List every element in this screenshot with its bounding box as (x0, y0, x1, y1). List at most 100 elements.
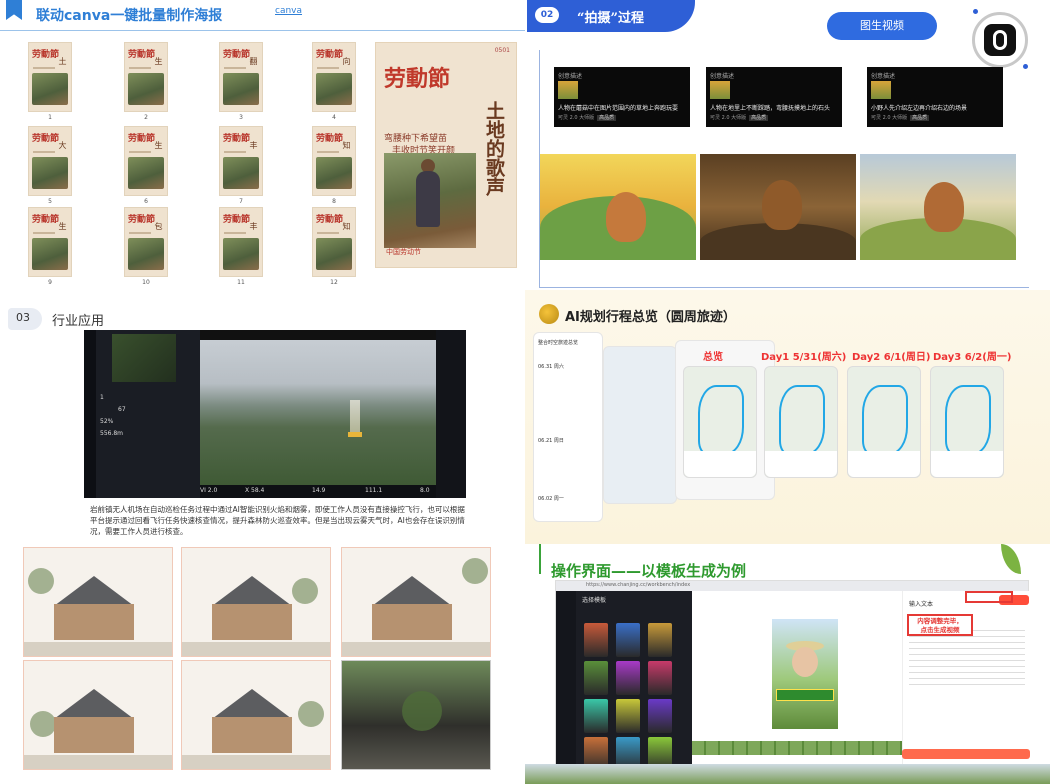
poster-photo (32, 73, 68, 105)
template-thumbnail[interactable] (584, 661, 608, 695)
accent-line (539, 544, 541, 574)
map-overview[interactable] (683, 366, 757, 478)
list-header: 整合时空旅迹总览 (538, 340, 579, 346)
poster-number: 8 (332, 198, 336, 205)
itinerary-list[interactable]: 整合时空旅迹总览 06.31 周六 06.21 周日 06.02 周一 (533, 332, 603, 522)
courtyard-photo[interactable] (341, 660, 491, 770)
template-thumbnail[interactable] (616, 623, 640, 657)
poster-vertical-text: 翻 (249, 57, 258, 65)
timeline[interactable] (692, 741, 902, 755)
poster-thumbnail[interactable]: 劳動節知 (312, 207, 356, 277)
template-thumbnail[interactable] (616, 661, 640, 695)
poster-vertical-text: 土地的歌声 (483, 101, 505, 196)
poster-thumbnail[interactable]: 劳動節包 (124, 207, 168, 277)
poster-vertical-text: 丰 (249, 141, 258, 149)
architecture-render[interactable] (181, 547, 331, 657)
card-description: 小野人先介绍左边再介绍右边的场景 (871, 105, 968, 112)
poster-photo (223, 238, 259, 270)
poster-thumbnail[interactable]: 劳動節知 (312, 126, 356, 196)
camera-feed (200, 340, 436, 485)
map-day1[interactable] (764, 366, 838, 478)
app-sidebar (556, 591, 576, 775)
stat-value: 1 (100, 394, 104, 401)
template-thumbnail[interactable] (584, 699, 608, 733)
card-thumbnail (558, 81, 578, 99)
poster-thumbnail[interactable]: 劳動節生 (28, 207, 72, 277)
map-day3[interactable] (930, 366, 1004, 478)
canva-link[interactable]: canva (275, 6, 302, 16)
architecture-render[interactable] (23, 547, 173, 657)
template-thumbnail[interactable] (616, 699, 640, 733)
scene-image[interactable] (860, 154, 1016, 260)
prompt-card[interactable]: 创意描述 人物在蘑菇中在图片范围内的草地上奔跑玩耍 可灵 2.0 大师版 高品质 (554, 67, 690, 127)
industry-application-panel: 03 行业应用 1 67 52% 556.8m VI 2.0 X 58.4 14… (0, 290, 525, 544)
drone-video-player[interactable]: 1 67 52% 556.8m VI 2.0 X 58.4 14.9 111.1… (84, 330, 466, 498)
day-label: Day2 6/1(周日) (852, 352, 931, 363)
card-description: 人物在蘑菇中在图片范围内的草地上奔跑玩耍 (558, 105, 679, 112)
flight-panel (96, 330, 200, 498)
address-bar[interactable]: https://www.chanjing.cc/workbench/index (556, 581, 1028, 591)
prompt-card[interactable]: 创意描述 小野人先介绍左边再介绍右边的场景 可灵 2.0 大师版 高品质 (867, 67, 1003, 127)
poster-number: 3 (239, 114, 243, 121)
right-controls (436, 330, 466, 498)
list-item: 06.31 周六 (538, 364, 564, 370)
scene-image[interactable] (540, 154, 696, 260)
poster-thumbnail[interactable]: 劳動節生 (124, 42, 168, 112)
poster-thumbnail[interactable]: 劳動節土 (28, 42, 72, 112)
poster-thumbnail[interactable]: 劳動節翻 (219, 42, 263, 112)
list-item: 06.02 周一 (538, 496, 564, 502)
poster-title: 劳動節 (223, 134, 251, 144)
day-label: Day1 5/31(周六) (761, 352, 847, 363)
poster-photo (316, 238, 352, 270)
template-thumbnail[interactable] (584, 623, 608, 657)
highlight-box (965, 591, 1013, 603)
panel-title: 选择模板 (582, 597, 607, 604)
list-item: 06.21 周日 (538, 438, 564, 444)
map-phone[interactable] (603, 346, 677, 504)
map-day2[interactable] (847, 366, 921, 478)
poster-vertical-text: 生 (58, 222, 67, 230)
poster-thumbnail[interactable]: 劳動節大 (28, 126, 72, 196)
card-description: 人物在地里上不断踩踏，弯腰抚摸地上的石头 (710, 105, 831, 112)
poster-seal: 中国劳动节 (386, 248, 421, 256)
operation-ui-panel: 操作界面——以模板生成为例 https://www.chanjing.cc/wo… (525, 544, 1050, 784)
poster-vertical-text: 生 (154, 141, 163, 149)
featured-poster[interactable]: 0501 劳動節 土地的歌声 弯腰种下希望苗 丰收时节笑开颜 中国劳动节 (375, 42, 517, 268)
app-screenshot: https://www.chanjing.cc/workbench/index … (555, 580, 1030, 775)
section-title: 行业应用 (52, 314, 105, 329)
poster-title: 劳動節 (32, 50, 60, 60)
poster-thumbnail[interactable]: 劳動節丰 (219, 207, 263, 277)
day-label: Day3 6/2(周一) (933, 352, 1012, 363)
poster-thumbnail[interactable]: 劳動節向 (312, 42, 356, 112)
poster-title: 劳動節 (384, 66, 451, 92)
stat-value: 556.8m (100, 430, 124, 437)
architecture-panel (0, 544, 525, 784)
prompt-card[interactable]: 创意描述 人物在地里上不断踩踏，弯腰抚摸地上的石头 可灵 2.0 大师版 高品质 (706, 67, 842, 127)
image-to-video-button[interactable]: 图生视频 (827, 12, 937, 40)
poster-title: 劳動節 (128, 215, 156, 225)
poster-photo (384, 153, 476, 248)
section-title: 操作界面——以模板生成为例 (551, 562, 747, 580)
poster-number: 5 (48, 198, 52, 205)
poster-title: 劳動節 (32, 134, 60, 144)
template-thumbnail[interactable] (648, 623, 672, 657)
architecture-render[interactable] (23, 660, 173, 770)
minimap[interactable] (112, 334, 176, 382)
leaf-icon (1001, 544, 1021, 574)
poster-number: 0501 (494, 47, 510, 54)
architecture-render[interactable] (181, 660, 331, 770)
poster-number: 2 (144, 114, 148, 121)
poster-vertical-text: 知 (342, 222, 351, 230)
template-thumbnail[interactable] (648, 699, 672, 733)
input-tab[interactable]: 输入文本 (909, 599, 933, 608)
generate-wide-button[interactable] (902, 749, 1030, 759)
poster-title: 劳動節 (316, 50, 344, 60)
architecture-render[interactable] (341, 547, 491, 657)
scene-image[interactable] (700, 154, 856, 260)
card-header: 创意描述 (871, 73, 896, 80)
poster-thumbnail[interactable]: 劳動節丰 (219, 126, 263, 196)
poster-thumbnail[interactable]: 劳動節生 (124, 126, 168, 196)
template-thumbnail[interactable] (648, 661, 672, 695)
video-preview[interactable] (772, 619, 838, 729)
panel-title: 联动canva一键批量制作海报 (36, 8, 223, 24)
